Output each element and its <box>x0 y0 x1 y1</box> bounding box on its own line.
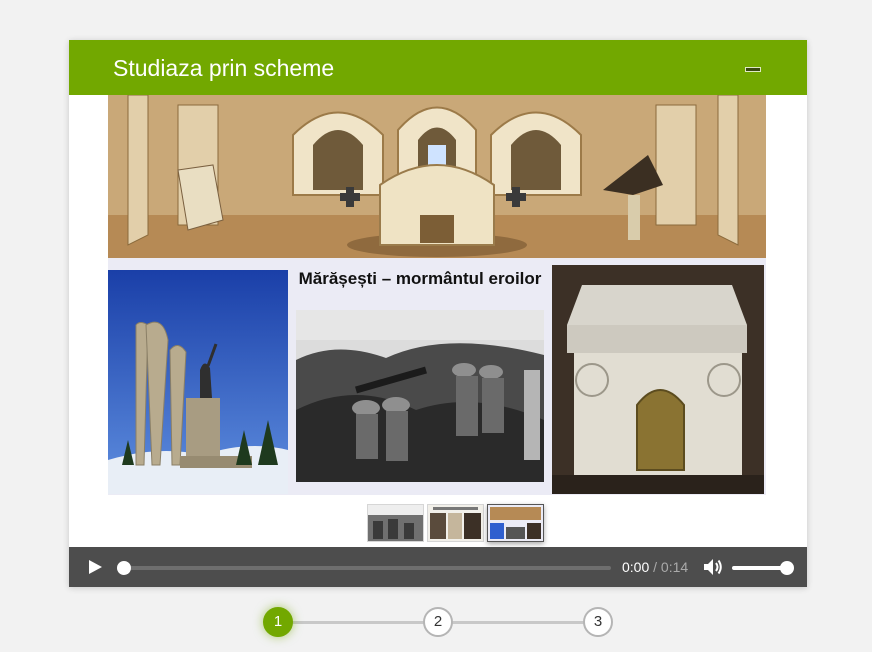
play-button[interactable] <box>87 559 103 575</box>
step-1[interactable]: 1 <box>263 607 293 637</box>
seek-bar[interactable] <box>117 561 611 575</box>
step-connector <box>451 621 585 624</box>
slide-center-title: Mărășești – mormântul eroilor <box>298 269 542 288</box>
monument-photo <box>108 270 288 494</box>
volume-icon <box>704 559 722 575</box>
mausoleum-panorama-photo <box>108 95 766 258</box>
step-navigation: 1 2 3 <box>263 607 613 637</box>
soldiers-photo <box>296 310 544 482</box>
step-3[interactable]: 3 <box>583 607 613 637</box>
duration: 0:14 <box>660 559 689 575</box>
tomb-photo <box>552 265 764 494</box>
thumbnail-3-image <box>488 505 543 541</box>
audio-player: 0:00 / 0:14 <box>69 547 807 587</box>
step-2[interactable]: 2 <box>423 607 453 637</box>
seek-handle[interactable] <box>117 561 131 575</box>
time-separator: / <box>653 559 658 575</box>
minimize-button[interactable] <box>742 60 764 76</box>
thumbnail-1-image <box>368 505 423 541</box>
thumbnail-2-image <box>428 505 483 541</box>
volume-slider[interactable] <box>732 561 794 575</box>
minimize-icon <box>745 67 761 72</box>
slide-image: Mărășești – mormântul eroilor <box>108 95 766 495</box>
current-time: 0:00 <box>622 559 650 575</box>
time-display: 0:00 / 0:14 <box>622 559 688 575</box>
thumbnail-3[interactable] <box>487 504 544 542</box>
thumbnail-1[interactable] <box>367 504 424 542</box>
thumbnail-2[interactable] <box>427 504 484 542</box>
volume-handle[interactable] <box>780 561 794 575</box>
card-title: Studiaza prin scheme <box>113 55 335 81</box>
lesson-card: Studiaza prin scheme Mărășești – mormânt… <box>69 40 807 587</box>
step-connector <box>291 621 425 624</box>
card-header: Studiaza prin scheme <box>69 40 807 95</box>
play-icon <box>89 560 102 574</box>
mute-button[interactable] <box>703 558 723 576</box>
